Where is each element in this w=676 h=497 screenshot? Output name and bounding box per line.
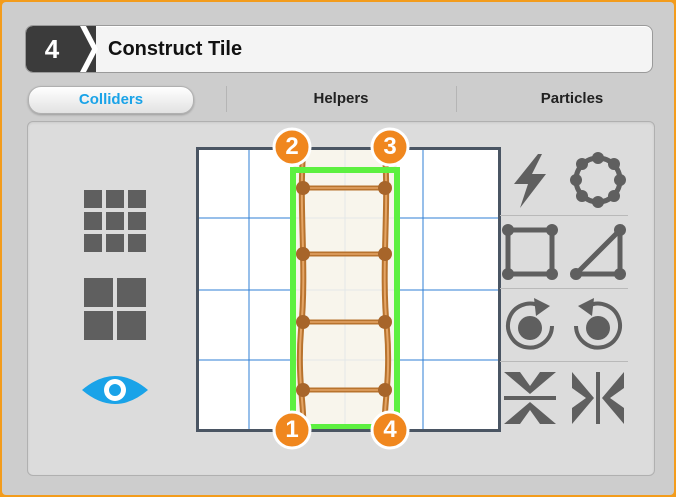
- chevron-right-icon: [72, 26, 98, 72]
- flip-vertical-icon[interactable]: [500, 368, 560, 428]
- tab-helpers[interactable]: Helpers: [250, 86, 432, 112]
- vertex-marker-2-label: 2: [285, 133, 299, 160]
- tab-divider: [456, 86, 457, 112]
- grid-3x3-icon[interactable]: [84, 190, 146, 252]
- step-badge: 4: [26, 26, 98, 72]
- flip-horizontal-icon[interactable]: [568, 368, 628, 428]
- toolbar-divider: [500, 215, 628, 216]
- vertex-marker-3-label: 3: [383, 133, 397, 160]
- step-number: 4: [44, 34, 60, 64]
- tile-canvas[interactable]: [196, 147, 501, 432]
- tab-divider: [226, 86, 227, 112]
- tile-grid: [199, 150, 498, 429]
- vertex-marker-4-label: 4: [383, 416, 397, 443]
- tab-colliders[interactable]: Colliders: [28, 86, 194, 114]
- rotate-clockwise-icon[interactable]: [500, 296, 560, 356]
- triangle-collider-icon[interactable]: [568, 222, 628, 282]
- lightning-icon[interactable]: [508, 154, 552, 208]
- step-header: 4 Construct Tile: [25, 25, 653, 73]
- box-collider-icon[interactable]: [500, 222, 560, 282]
- circle-collider-icon[interactable]: [568, 150, 628, 210]
- grid-2x2-icon[interactable]: [84, 278, 146, 340]
- vertex-marker-1-label: 1: [285, 416, 299, 443]
- toolbar-divider: [500, 361, 628, 362]
- rotate-counterclockwise-icon[interactable]: [568, 296, 628, 356]
- toolbar-divider: [500, 288, 628, 289]
- tab-particles[interactable]: Particles: [474, 86, 670, 112]
- eye-icon[interactable]: [80, 372, 150, 408]
- page-title: Construct Tile: [108, 38, 243, 60]
